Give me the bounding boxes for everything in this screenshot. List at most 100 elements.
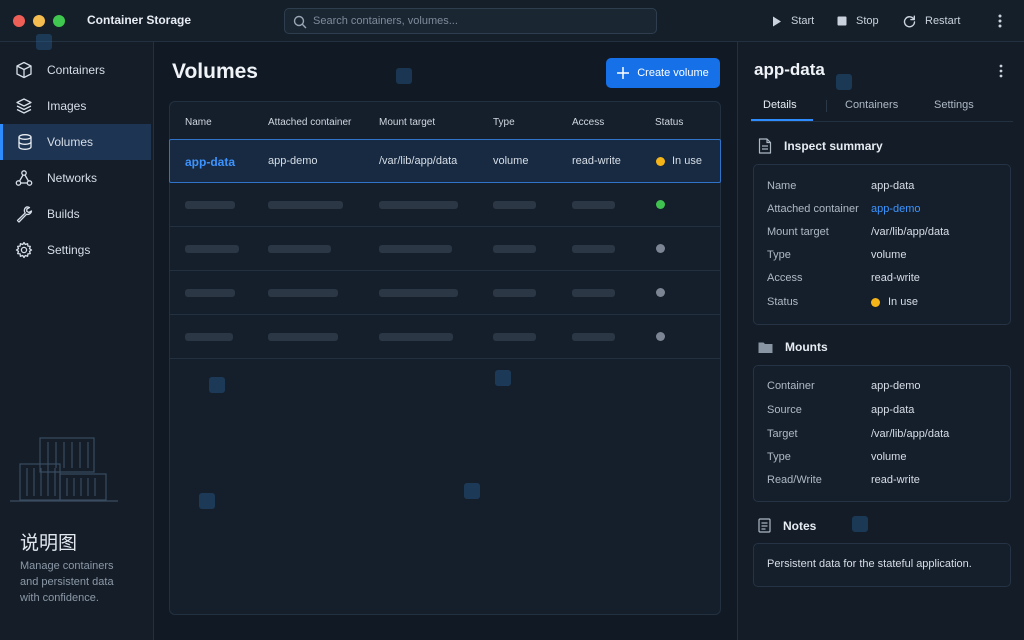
close-window-button[interactable]	[13, 15, 25, 27]
column-header-name[interactable]: Name	[185, 117, 212, 128]
minimize-window-button[interactable]	[33, 15, 45, 27]
status-dot	[656, 332, 665, 341]
stop-button[interactable]: Stop	[837, 13, 879, 29]
section-title: Inspect summary	[784, 139, 883, 153]
column-header-mount-target[interactable]: Mount target	[379, 117, 435, 128]
summary-key: Type	[767, 249, 791, 261]
stop-label: Stop	[856, 15, 879, 27]
stop-icon	[837, 16, 847, 26]
table-row[interactable]: app-data app-demo /var/lib/app/data volu…	[169, 139, 721, 183]
summary-key: Name	[767, 180, 797, 192]
table-row-placeholder	[170, 271, 720, 315]
search-box[interactable]	[284, 8, 657, 34]
summary-value: volume	[871, 249, 907, 261]
volume-name[interactable]: app-data	[185, 155, 235, 169]
containers-illustration	[10, 437, 118, 502]
skeleton-bar	[379, 245, 452, 253]
start-button[interactable]: Start	[772, 13, 814, 29]
skeleton-bar	[268, 333, 338, 341]
skeleton-bar	[379, 289, 458, 297]
tab-divider	[826, 100, 827, 112]
mount-value: read-write	[871, 474, 920, 486]
skeleton-bar	[572, 245, 615, 253]
sidebar-item-settings[interactable]: Settings	[0, 232, 151, 268]
main-content: Volumes Create volume Name Attached cont…	[155, 42, 736, 640]
skeleton-bar	[185, 289, 235, 297]
watermark-icon	[209, 377, 225, 393]
summary-value: read-write	[871, 272, 920, 284]
skeleton-bar	[493, 245, 536, 253]
sidebar-item-volumes[interactable]: Volumes	[0, 124, 151, 160]
attached-container-link[interactable]: app-demo	[871, 203, 921, 215]
section-title: Notes	[783, 518, 817, 533]
restart-button[interactable]: Restart	[903, 13, 960, 29]
app-title: Container Storage	[87, 13, 192, 27]
mount-key: Container	[767, 380, 815, 392]
inspector-title: app-data	[754, 60, 825, 79]
summary-value: /var/lib/app/data	[871, 226, 950, 238]
column-header-status[interactable]: Status	[655, 117, 683, 128]
sidebar-item-networks[interactable]: Networks	[0, 160, 151, 196]
mount-value: volume	[871, 451, 907, 463]
summary-key: Mount target	[767, 226, 829, 238]
notes-header: Notes	[758, 518, 816, 533]
summary-key: Access	[767, 272, 803, 284]
status-dot	[871, 298, 880, 307]
status-badge: In use	[888, 296, 918, 308]
skeleton-bar	[493, 289, 536, 297]
document-icon	[758, 138, 772, 154]
restart-icon	[903, 15, 916, 27]
search-input[interactable]	[313, 9, 643, 33]
mount-key: Target	[767, 428, 798, 440]
skeleton-bar	[379, 333, 453, 341]
maximize-window-button[interactable]	[53, 15, 65, 27]
skeleton-bar	[268, 245, 331, 253]
volumes-table: Name Attached container Mount target Typ…	[169, 101, 721, 615]
column-header-access[interactable]: Access	[572, 117, 604, 128]
watermark-icon	[199, 493, 215, 509]
sidebar-item-images[interactable]: Images	[0, 88, 151, 124]
column-header-type[interactable]: Type	[493, 117, 515, 128]
plus-icon	[617, 67, 630, 79]
create-volume-label: Create volume	[637, 67, 709, 79]
gear-icon	[15, 241, 32, 259]
watermark-icon	[464, 483, 480, 499]
skeleton-bar	[572, 201, 615, 209]
sidebar-item-label: Images	[47, 99, 87, 113]
sidebar-item-label: Containers	[47, 63, 106, 77]
inspector-tabs: Details Containers Settings	[751, 92, 1013, 122]
status-badge: In use	[672, 155, 702, 167]
summary-key: Status	[767, 296, 799, 308]
mount-key: Type	[767, 451, 791, 463]
watermark-icon	[396, 68, 412, 84]
restart-label: Restart	[925, 15, 961, 27]
tab-details[interactable]: Details	[763, 99, 797, 111]
sidebar-item-label: Volumes	[47, 135, 94, 149]
skeleton-bar	[268, 201, 343, 209]
skeleton-bar	[572, 333, 615, 341]
mount-key: Source	[767, 404, 802, 416]
column-header-attached-container[interactable]: Attached container	[268, 117, 351, 128]
network-icon	[15, 170, 32, 186]
mounts-header: Mounts	[758, 340, 828, 354]
status-dot	[656, 244, 665, 253]
tab-containers[interactable]: Containers	[845, 99, 898, 111]
active-tab-indicator	[751, 119, 813, 121]
sidebar-item-builds[interactable]: Builds	[0, 196, 151, 232]
inspector-panel: app-data Details Containers Settings Ins…	[737, 42, 1024, 640]
tab-settings[interactable]: Settings	[934, 99, 974, 111]
skeleton-bar	[185, 201, 235, 209]
layers-icon	[15, 98, 32, 114]
notes-icon	[758, 518, 771, 533]
create-volume-button[interactable]: Create volume	[606, 58, 720, 88]
title-bar: Container Storage Start Stop Restart	[0, 0, 1024, 42]
cube-icon	[15, 61, 32, 79]
mount-value: /var/lib/app/data	[871, 428, 950, 440]
sidebar-item-containers[interactable]: Containers	[0, 52, 151, 88]
table-row-placeholder	[170, 183, 720, 227]
sidebar-footer-description: Manage containers and persistent data wi…	[20, 560, 114, 604]
more-options-icon[interactable]	[992, 12, 1008, 30]
more-options-icon[interactable]	[994, 62, 1008, 80]
skeleton-bar	[493, 333, 536, 341]
search-icon	[293, 15, 307, 29]
